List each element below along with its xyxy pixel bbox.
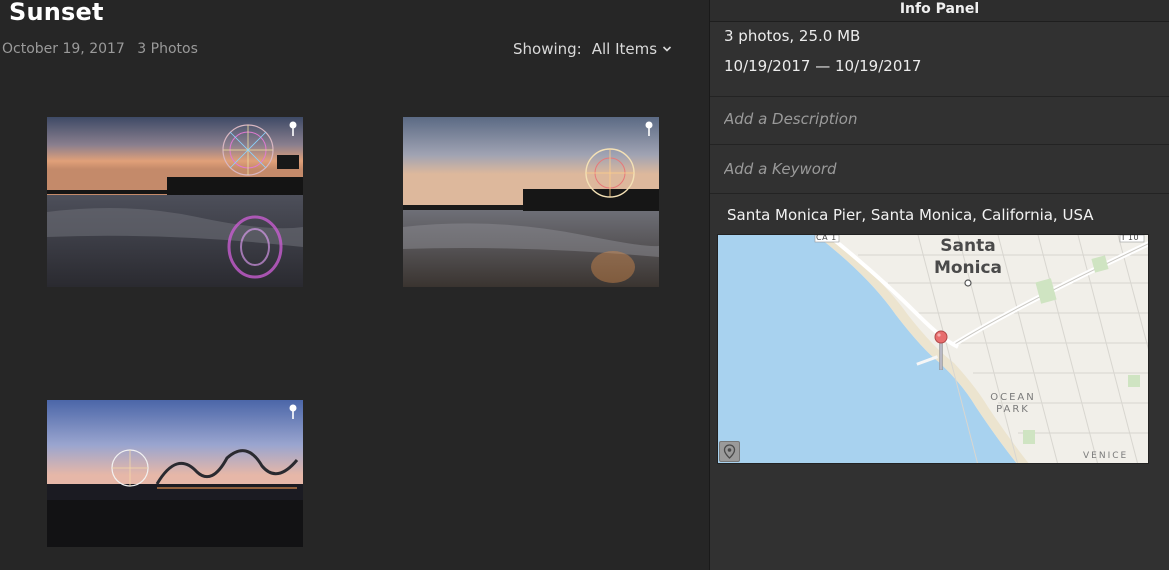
map-pin-icon [289, 404, 297, 419]
date-range: 10/19/2017 — 10/19/2017 [724, 57, 922, 75]
map-city-label: Santa Monica [918, 235, 1018, 279]
photo-image [47, 400, 303, 547]
map-pin-icon [645, 121, 653, 136]
map-pin-icon [289, 121, 297, 136]
divider [710, 144, 1169, 145]
map-city-label-line2: Monica [933, 258, 1003, 278]
map-area-label: VENICE [1083, 451, 1129, 461]
album-date: October 19, 2017 [2, 41, 125, 57]
location-label: Santa Monica Pier, Santa Monica, Califor… [727, 206, 1094, 224]
photo-thumbnail[interactable] [47, 400, 303, 547]
locate-button[interactable] [719, 441, 740, 462]
divider [710, 96, 1169, 97]
photo-image [47, 117, 303, 287]
album-meta: October 19, 2017 3 Photos [2, 41, 198, 57]
photo-summary: 3 photos, 25.0 MB [724, 27, 861, 45]
showing-filter: Showing: All Items [513, 40, 672, 58]
photo-image [403, 117, 659, 287]
map-pin-icon [934, 330, 948, 370]
description-field[interactable] [724, 110, 1144, 128]
map-road-label: I 10 [1122, 234, 1140, 242]
keyword-field[interactable] [724, 160, 1144, 178]
filter-value: All Items [591, 40, 658, 58]
album-photo-count: 3 Photos [137, 41, 198, 57]
filter-dropdown[interactable]: All Items [592, 40, 672, 58]
showing-label: Showing: [513, 40, 582, 58]
map-city-label-line1: Santa [940, 236, 996, 256]
album-view: Sunset October 19, 2017 3 Photos Showing… [0, 0, 710, 570]
chevron-down-icon [662, 46, 672, 52]
photo-thumbnail[interactable] [47, 117, 303, 287]
location-map[interactable]: CA 1 I 10 Santa Monica OCEAN PARK VENICE [717, 234, 1149, 464]
photo-thumbnail[interactable] [403, 117, 659, 287]
info-panel: Info Panel 3 photos, 25.0 MB 10/19/2017 … [709, 0, 1169, 570]
locate-icon [723, 444, 736, 459]
info-panel-title: Info Panel [710, 0, 1169, 22]
map-area-label-line2: PARK [996, 404, 1030, 415]
map-area-label-line1: OCEAN [990, 392, 1036, 403]
divider [710, 193, 1169, 194]
album-title: Sunset [9, 0, 104, 26]
map-area-label: OCEAN PARK [978, 392, 1048, 416]
map-road-label: CA 1 [816, 234, 837, 242]
